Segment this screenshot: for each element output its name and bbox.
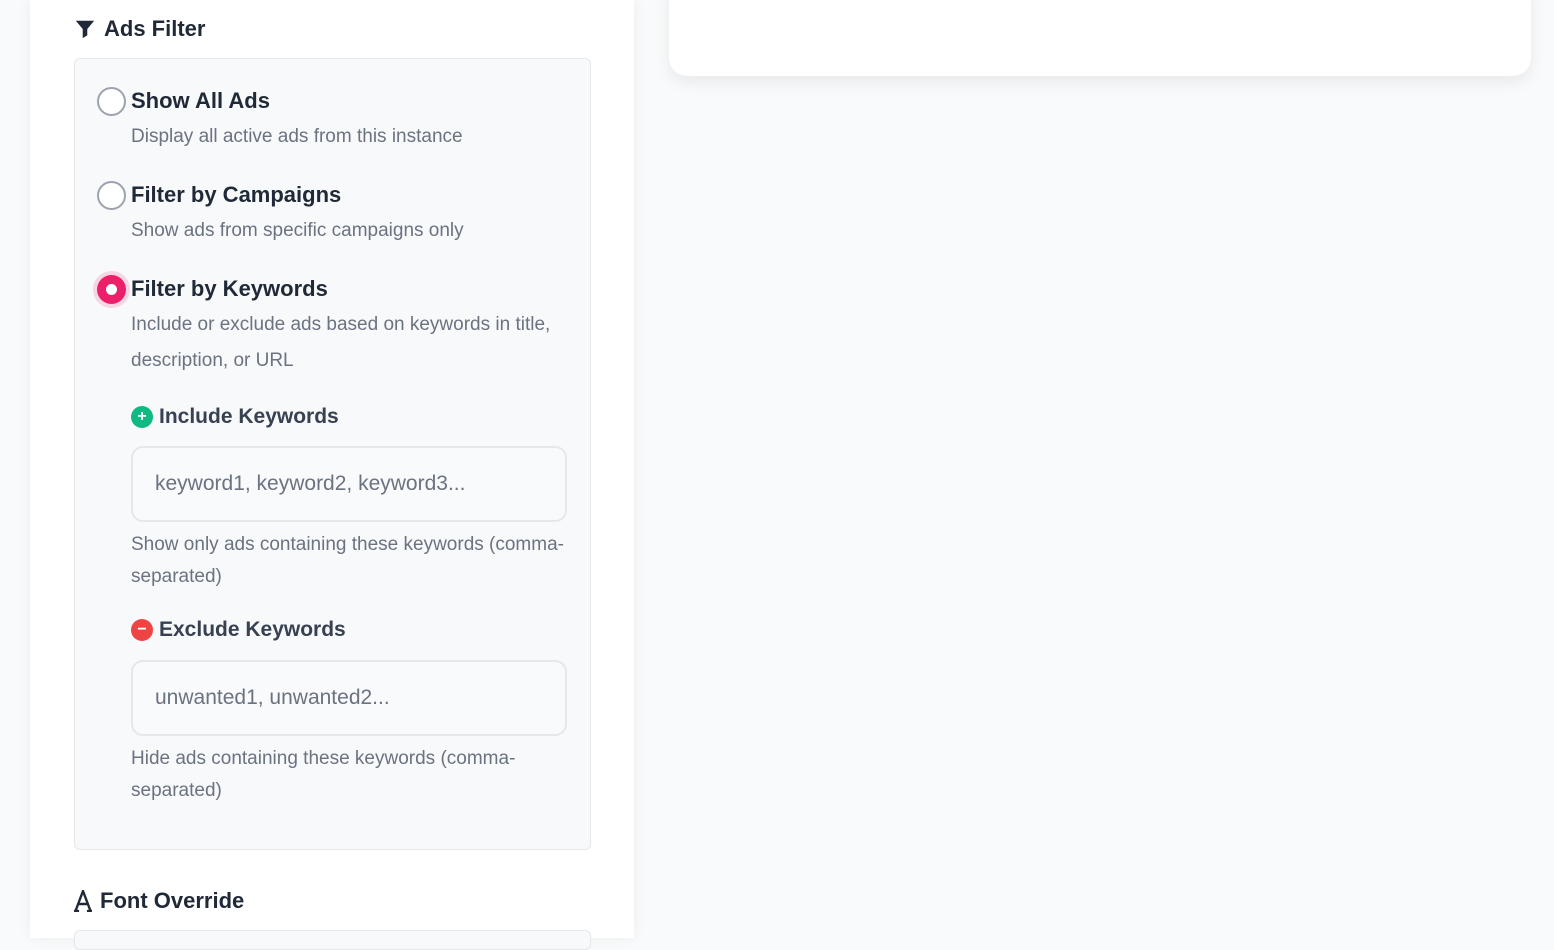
option-description: Show ads from specific campaigns only [131,220,464,241]
minus-circle-icon: − [131,619,153,641]
exclude-keywords-label: − Exclude Keywords [131,618,346,642]
ads-filter-box: Show All Ads Display all active ads from… [74,58,591,850]
option-description: Include or exclude ads based on keywords… [131,314,551,371]
exclude-keywords-input[interactable] [131,660,567,736]
option-label: Filter by Campaigns [131,182,342,207]
option-label: Filter by Keywords [131,276,328,301]
exclude-keywords-help: Hide ads containing these keywords (comm… [131,748,516,801]
radio-show-all[interactable] [97,87,126,116]
option-label: Show All Ads [131,88,270,113]
exclude-keywords-text: Exclude Keywords [159,618,346,641]
font-override-heading: Font Override [74,888,244,914]
include-keywords-input[interactable] [131,446,567,522]
plus-circle-icon: + [131,406,153,428]
radio-filter-keywords[interactable] [97,275,126,304]
ads-filter-title: Ads Filter [104,16,206,41]
include-keywords-text: Include Keywords [159,405,339,428]
option-description: Display all active ads from this instanc… [131,126,463,147]
ads-filter-heading: Ads Filter [74,16,205,42]
settings-panel: Ads Filter Show All Ads Display all acti… [30,0,634,950]
preview-card [669,0,1531,76]
include-keywords-label: + Include Keywords [131,405,339,429]
include-keywords-help: Show only ads containing these keywords … [131,534,564,587]
radio-filter-campaigns[interactable] [97,181,126,210]
font-icon [74,890,92,912]
font-override-box [74,930,591,950]
filter-icon [75,20,95,39]
font-override-title: Font Override [100,888,245,913]
